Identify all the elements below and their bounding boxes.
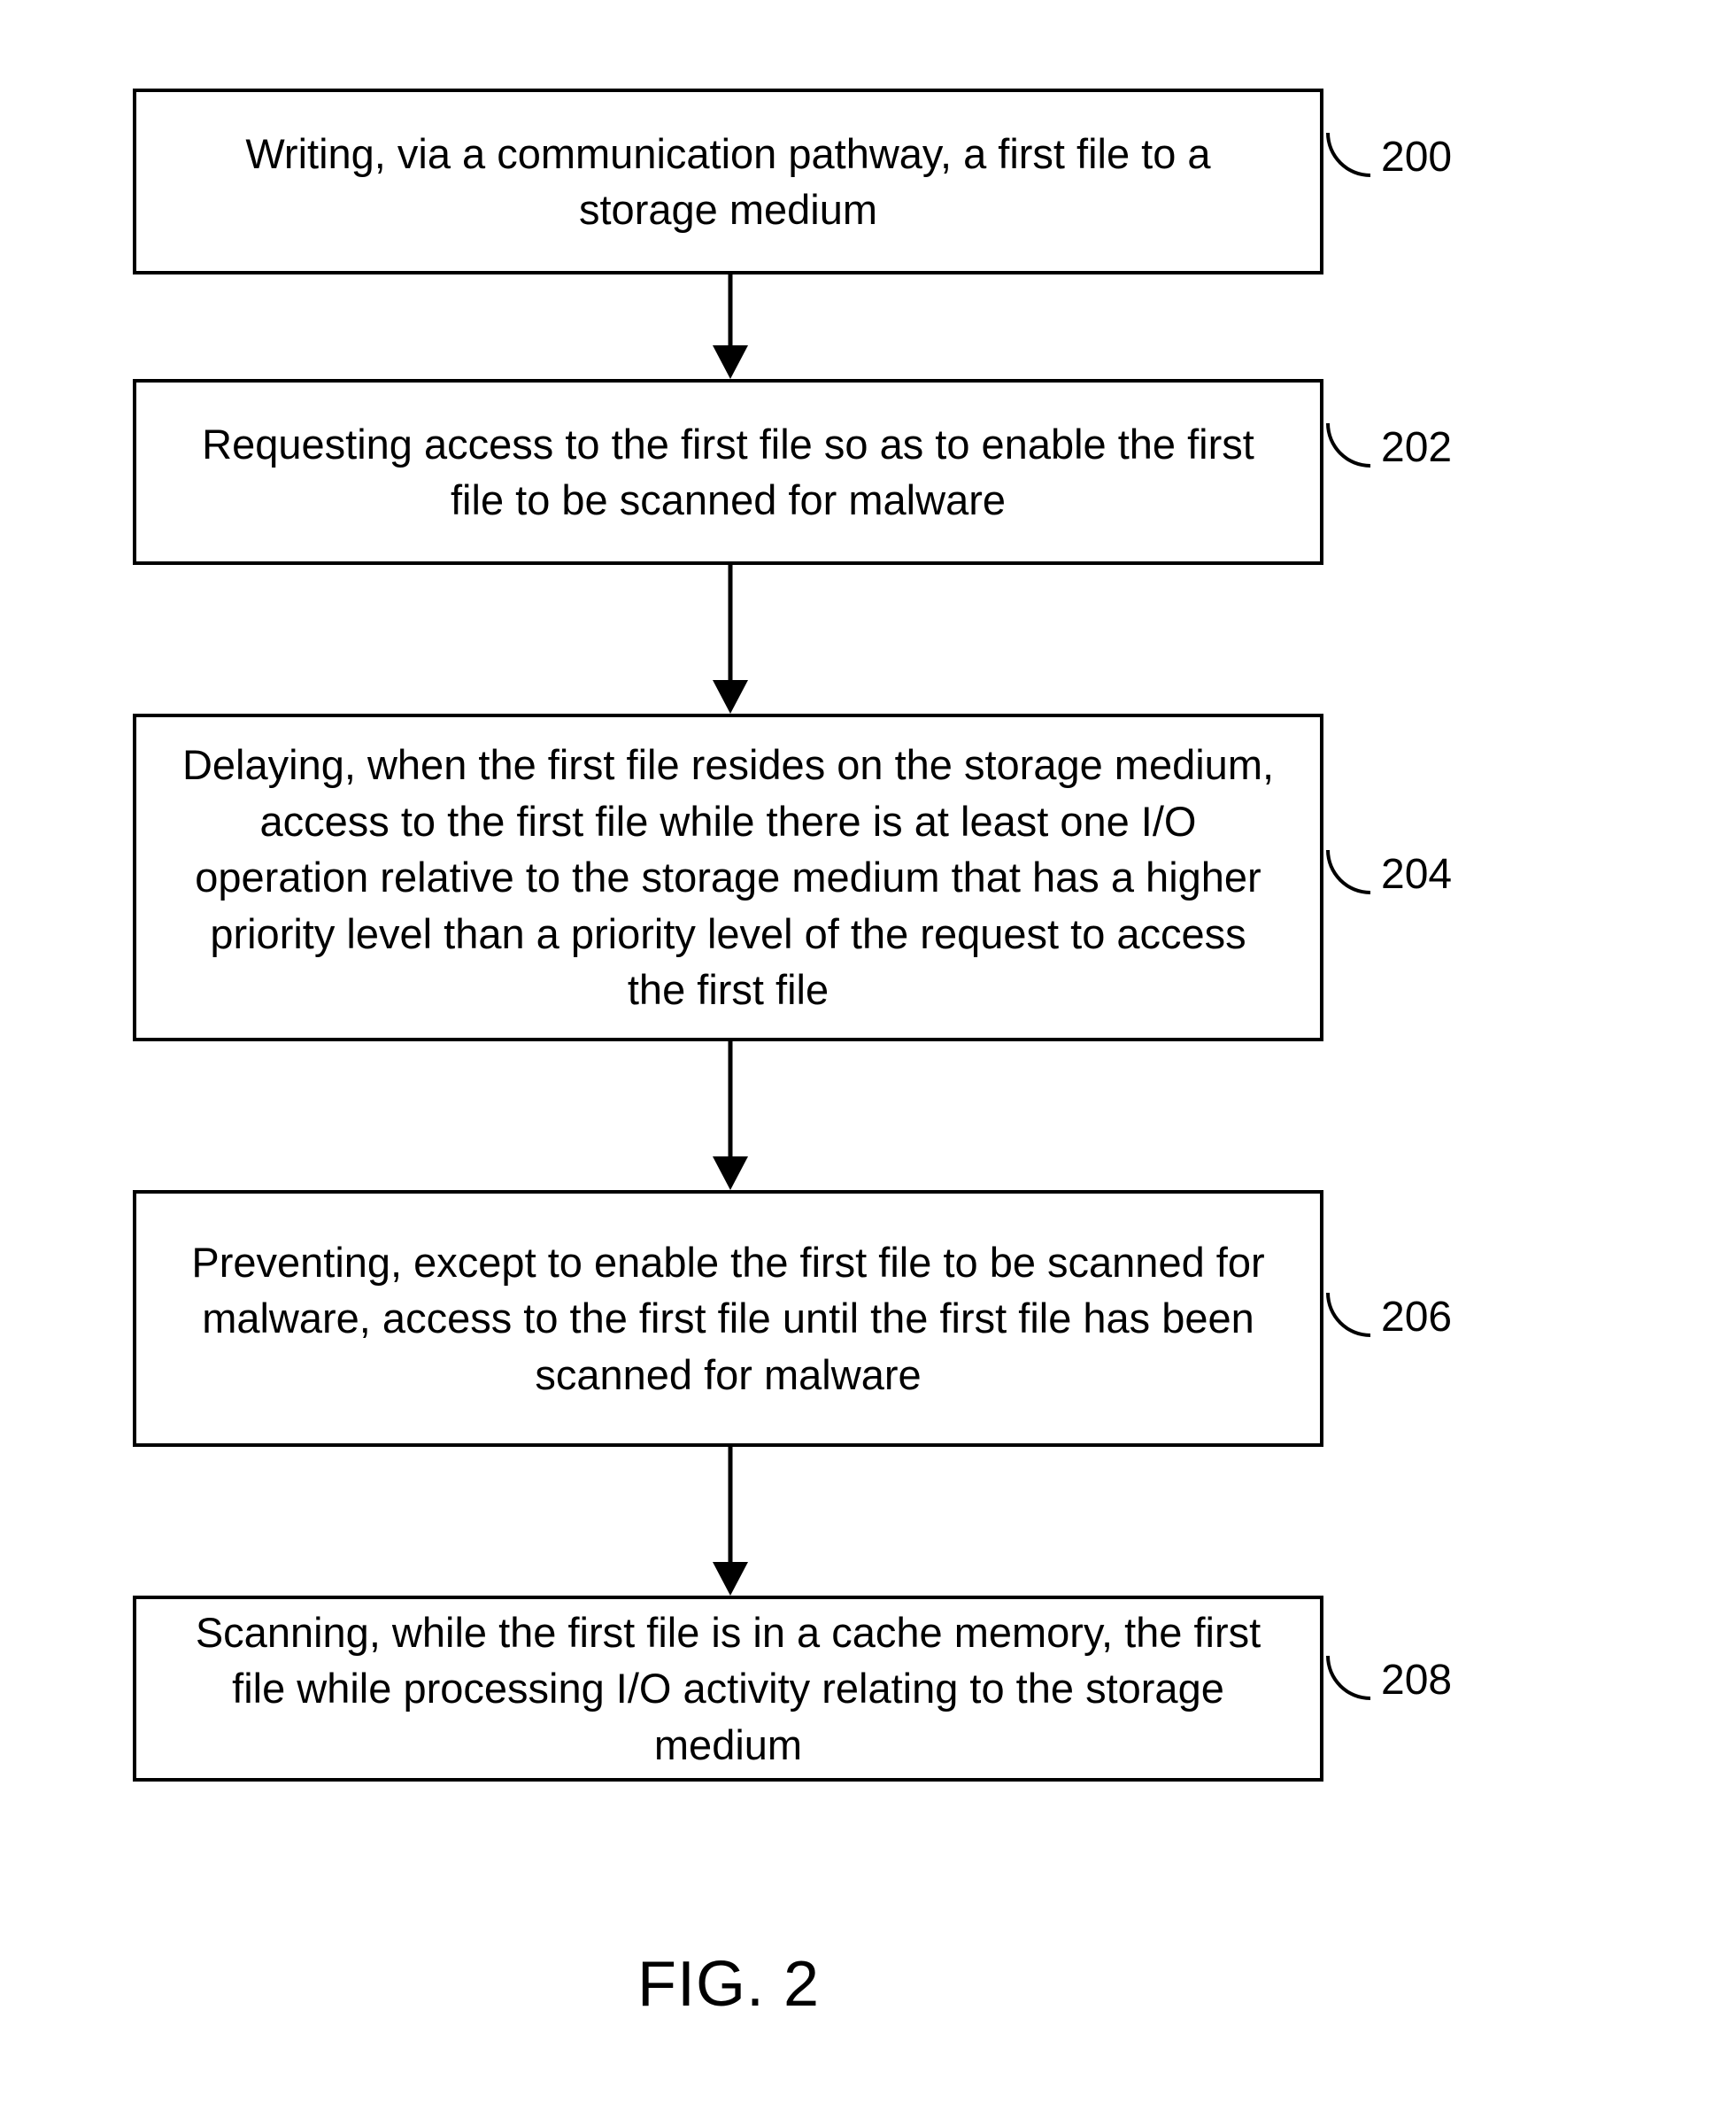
ref-208: 208 [1381, 1656, 1452, 1705]
ref-204: 204 [1381, 850, 1452, 899]
leader-200 [1326, 133, 1369, 186]
leader-206 [1326, 1293, 1369, 1346]
ref-202: 202 [1381, 423, 1452, 472]
flow-step-202: Requesting access to the first file so a… [133, 379, 1323, 565]
flow-step-202-text: Requesting access to the first file so a… [181, 416, 1276, 529]
arrow-200-to-202 [721, 274, 739, 381]
arrow-206-to-208 [721, 1447, 739, 1597]
figure-label: FIG. 2 [637, 1948, 820, 2021]
arrow-202-to-204 [721, 565, 739, 715]
flow-step-206-text: Preventing, except to enable the first f… [181, 1234, 1276, 1403]
flow-step-206: Preventing, except to enable the first f… [133, 1190, 1323, 1447]
arrow-204-to-206 [721, 1041, 739, 1192]
flowchart-canvas: Writing, via a communication pathway, a … [0, 0, 1736, 2126]
flow-step-208-text: Scanning, while the first file is in a c… [181, 1604, 1276, 1773]
ref-200: 200 [1381, 133, 1452, 182]
leader-204 [1326, 850, 1369, 903]
flow-step-208: Scanning, while the first file is in a c… [133, 1596, 1323, 1782]
flow-step-200: Writing, via a communication pathway, a … [133, 89, 1323, 274]
flow-step-204: Delaying, when the first file resides on… [133, 714, 1323, 1041]
ref-206: 206 [1381, 1293, 1452, 1341]
leader-202 [1326, 423, 1369, 476]
flow-step-204-text: Delaying, when the first file resides on… [181, 737, 1276, 1017]
flow-step-200-text: Writing, via a communication pathway, a … [181, 126, 1276, 238]
leader-208 [1326, 1656, 1369, 1709]
